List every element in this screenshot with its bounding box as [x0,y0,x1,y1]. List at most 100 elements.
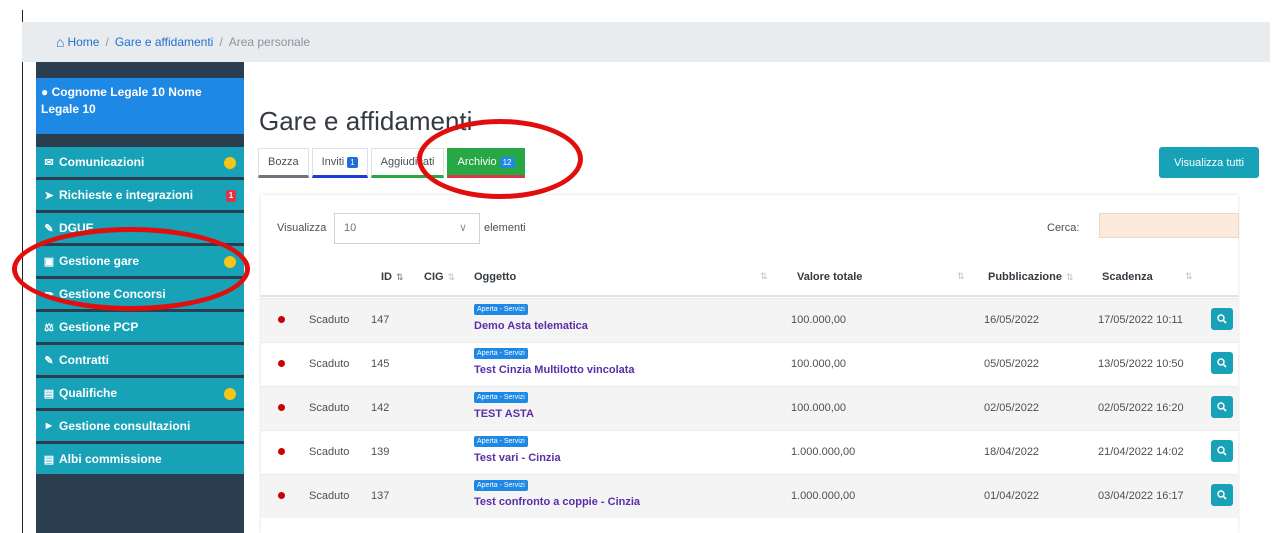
search-icon [1217,446,1227,456]
table-row: Scaduto 145 Aperta - Servizi Test Cinzia… [261,342,1238,386]
view-details-button[interactable] [1211,352,1233,374]
sidebar-nav: ✉ Comunicazioni ➤ Richieste e integrazio… [36,147,244,477]
sort-icon: ⇅ [957,271,965,281]
breadcrumb-home[interactable]: Home [67,35,99,49]
row-id: 147 [371,314,390,326]
breadcrumb-separator: / [219,35,223,49]
notification-dot [224,157,236,169]
pencil-icon: ✏ [44,288,54,301]
sidebar-item-gestione-pcp[interactable]: ⚖ Gestione PCP [36,312,244,345]
page-length-select[interactable]: 10 ∨ [334,213,480,244]
view-details-button[interactable] [1211,440,1233,462]
column-header-valore[interactable]: Valore totale [797,271,862,283]
sidebar-item-label: Albi commissione [59,452,162,466]
row-status: Scaduto [309,358,350,370]
tab-archivio[interactable]: Archivio 12 [447,148,525,178]
procedure-tag: Aperta - Servizi [474,436,528,447]
user-profile[interactable]: ● Cognome Legale 10 Nome Legale 10 [36,78,244,134]
send-icon: ➤ [44,189,54,202]
table-row: Scaduto 147 Aperta - Servizi Demo Asta t… [261,298,1238,342]
sidebar: ● Cognome Legale 10 Nome Legale 10 ✉ Com… [36,62,244,533]
sidebar-item-label: Gestione consultazioni [59,419,191,433]
user-icon: ● [41,85,49,99]
column-header-oggetto[interactable]: Oggetto [474,271,516,283]
row-value: 100.000,00 [791,402,847,414]
table-card: Visualizza 10 ∨ elementi Cerca: ID ⇅ CIG ⇅… [261,195,1239,533]
show-all-button[interactable]: Visualizza tutti [1159,147,1259,178]
table-row: Scaduto 139 Aperta - Servizi Test vari -… [261,430,1238,474]
row-object-link[interactable]: Test vari - Cinzia [474,452,561,464]
status-dot [278,492,285,499]
status-dot [278,316,285,323]
column-header-pubblicazione[interactable]: Pubblicazione ⇅ [988,271,1074,283]
search-icon [1217,358,1227,368]
page-length-value: 10 [344,222,357,234]
row-deadline: 13/05/2022 10:50 [1098,358,1184,370]
sidebar-item-label: Richieste e integrazioni [59,188,194,202]
sidebar-item-contratti[interactable]: ✎ Contratti [36,345,244,378]
tab-bozza[interactable]: Bozza [258,148,309,178]
status-tabs: Bozza Inviti 1 Aggiudicati Archivio 12 [258,148,528,178]
notification-dot [224,256,236,268]
sidebar-item-gestione-concorsi[interactable]: ✏ Gestione Concorsi [36,279,244,312]
sidebar-item-comunicazioni[interactable]: ✉ Comunicazioni [36,147,244,180]
tab-label: Bozza [268,156,299,168]
notification-dot [224,388,236,400]
sidebar-item-consultazioni[interactable]: ► Gestione consultazioni [36,411,244,444]
edit-icon: ✎ [44,222,54,235]
row-deadline: 02/05/2022 16:20 [1098,402,1184,414]
breadcrumb-current: Area personale [228,35,311,49]
sidebar-item-gestione-gare[interactable]: ▣ Gestione gare [36,246,244,279]
row-status: Scaduto [309,402,350,414]
row-object-link[interactable]: Test Cinzia Multilotto vincolata [474,364,635,376]
length-suffix: elementi [484,222,526,234]
edit-icon: ✎ [44,354,54,367]
row-status: Scaduto [309,446,350,458]
sidebar-item-label: Contratti [59,353,109,367]
row-value: 1.000.000,00 [791,446,856,458]
search-input[interactable] [1099,213,1239,238]
table-row: Scaduto 142 Aperta - Servizi TEST ASTA 1… [261,386,1238,430]
sidebar-item-albi-commissione[interactable]: ▤ Albi commissione [36,444,244,477]
row-id: 139 [371,446,390,458]
row-id: 145 [371,358,390,370]
row-object-link[interactable]: TEST ASTA [474,408,534,420]
sidebar-item-richieste[interactable]: ➤ Richieste e integrazioni 1 [36,180,244,213]
briefcase-icon: ▣ [43,255,55,268]
procedure-tag: Aperta - Servizi [474,348,528,359]
breadcrumb-section[interactable]: Gare e affidamenti [115,35,214,49]
search-icon [1217,490,1227,500]
sidebar-item-label: Gestione gare [59,254,140,268]
row-id: 142 [371,402,390,414]
column-header-scadenza[interactable]: Scadenza [1102,271,1153,283]
row-published: 18/04/2022 [984,446,1040,458]
notification-badge: 1 [226,190,236,202]
table-header: ID ⇅ CIG ⇅ Oggetto ⇅ Valore totale ⇅ Pubbl… [261,257,1238,297]
row-published: 02/05/2022 [984,402,1040,414]
sidebar-item-label: Qualifiche [59,386,118,400]
row-object-link[interactable]: Demo Asta telematica [474,320,588,332]
sidebar-item-qualifiche[interactable]: ▤ Qualifiche [36,378,244,411]
row-value: 100.000,00 [791,314,847,326]
sidebar-item-dgue[interactable]: ✎ DGUE [36,213,244,246]
row-status: Scaduto [309,314,350,326]
user-name: Cognome Legale 10 Nome Legale 10 [41,85,202,116]
length-label: Visualizza [277,222,327,234]
view-details-button[interactable] [1211,484,1233,506]
view-details-button[interactable] [1211,396,1233,418]
sidebar-item-label: Comunicazioni [59,155,145,169]
tab-label: Aggiudicati [380,156,435,168]
breadcrumb: ⌂ Home / Gare e affidamenti / Area perso… [22,22,1270,62]
row-object-link[interactable]: Test confronto a coppie - Cinzia [474,496,640,508]
megaphone-icon: ► [43,420,55,432]
search-label: Cerca: [1047,222,1080,234]
column-header-id[interactable]: ID ⇅ [381,271,404,283]
view-details-button[interactable] [1211,308,1233,330]
tab-aggiudicati[interactable]: Aggiudicati [370,148,445,178]
tab-label: Inviti [321,156,345,168]
home-icon[interactable]: ⌂ [56,34,64,50]
tab-inviti[interactable]: Inviti 1 [311,148,368,178]
sort-icon: ⇅ [396,272,404,282]
row-status: Scaduto [309,490,350,502]
column-header-cig[interactable]: CIG ⇅ [424,271,455,283]
